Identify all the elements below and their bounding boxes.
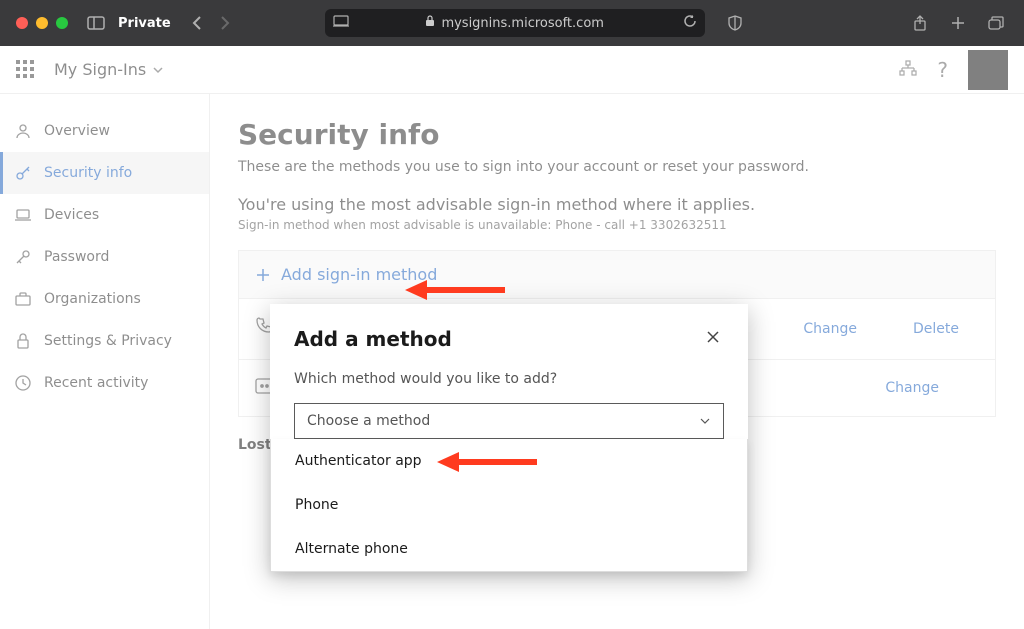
url-text: mysignins.microsoft.com bbox=[441, 16, 604, 31]
maximize-window-button[interactable] bbox=[56, 17, 68, 29]
chevron-down-icon bbox=[699, 417, 711, 425]
close-icon bbox=[706, 330, 720, 344]
reload-button[interactable] bbox=[683, 14, 697, 32]
annotation-arrow-2 bbox=[437, 450, 537, 474]
back-button[interactable] bbox=[185, 11, 209, 35]
select-placeholder: Choose a method bbox=[307, 413, 430, 429]
traffic-lights bbox=[16, 17, 68, 29]
modal-title: Add a method bbox=[294, 327, 452, 351]
sidebar-toggle-icon[interactable] bbox=[84, 11, 108, 35]
private-mode-label: Private bbox=[118, 16, 171, 31]
browser-chrome: Private mysignins.microsoft.com bbox=[0, 0, 1024, 46]
forward-button[interactable] bbox=[213, 11, 237, 35]
close-button[interactable] bbox=[702, 324, 724, 353]
share-button[interactable] bbox=[908, 11, 932, 35]
new-tab-button[interactable] bbox=[946, 11, 970, 35]
close-window-button[interactable] bbox=[16, 17, 28, 29]
url-bar[interactable]: mysignins.microsoft.com bbox=[325, 9, 705, 37]
reader-icon bbox=[333, 15, 349, 31]
option-alternate-phone[interactable]: Alternate phone bbox=[271, 527, 747, 571]
annotation-arrow-1 bbox=[405, 278, 505, 302]
lock-icon bbox=[425, 15, 435, 31]
modal-prompt: Which method would you like to add? bbox=[294, 371, 724, 387]
add-method-modal: Add a method Which method would you like… bbox=[270, 304, 748, 572]
option-phone[interactable]: Phone bbox=[271, 483, 747, 527]
tabs-button[interactable] bbox=[984, 11, 1008, 35]
minimize-window-button[interactable] bbox=[36, 17, 48, 29]
method-select[interactable]: Choose a method bbox=[294, 403, 724, 439]
shield-icon[interactable] bbox=[723, 11, 747, 35]
